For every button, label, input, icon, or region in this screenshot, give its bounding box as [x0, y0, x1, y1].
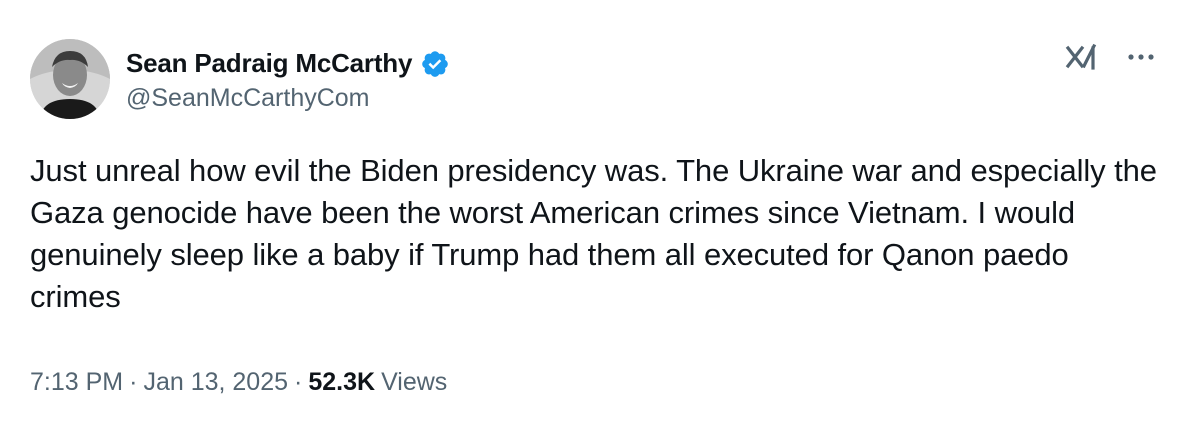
- more-icon[interactable]: [1124, 40, 1158, 74]
- display-name[interactable]: Sean Padraig McCarthy: [126, 48, 412, 79]
- tweet-card: Sean Padraig McCarthy @SeanMcCarthyCom J…: [0, 0, 1192, 438]
- tweet-meta: 7:13 PM · Jan 13, 2025 · 52.3K Views: [30, 368, 447, 397]
- name-row: Sean Padraig McCarthy: [126, 46, 450, 82]
- tweet-date[interactable]: Jan 13, 2025: [143, 368, 288, 397]
- verified-badge-icon[interactable]: [420, 49, 450, 79]
- views-label: Views: [381, 368, 448, 396]
- top-actions: [1064, 40, 1158, 74]
- avatar[interactable]: [30, 39, 110, 119]
- meta-separator: ·: [129, 368, 138, 396]
- author-handle[interactable]: @SeanMcCarthyCom: [126, 84, 450, 113]
- meta-separator: ·: [294, 368, 303, 396]
- avatar-image: [30, 39, 110, 119]
- author-names: Sean Padraig McCarthy @SeanMcCarthyCom: [126, 46, 450, 113]
- tweet-time[interactable]: 7:13 PM: [30, 368, 123, 397]
- grok-icon[interactable]: [1064, 40, 1098, 74]
- views-count[interactable]: 52.3K: [308, 368, 375, 397]
- tweet-text: Just unreal how evil the Biden presidenc…: [30, 153, 1157, 314]
- tweet-header: Sean Padraig McCarthy @SeanMcCarthyCom: [30, 38, 450, 120]
